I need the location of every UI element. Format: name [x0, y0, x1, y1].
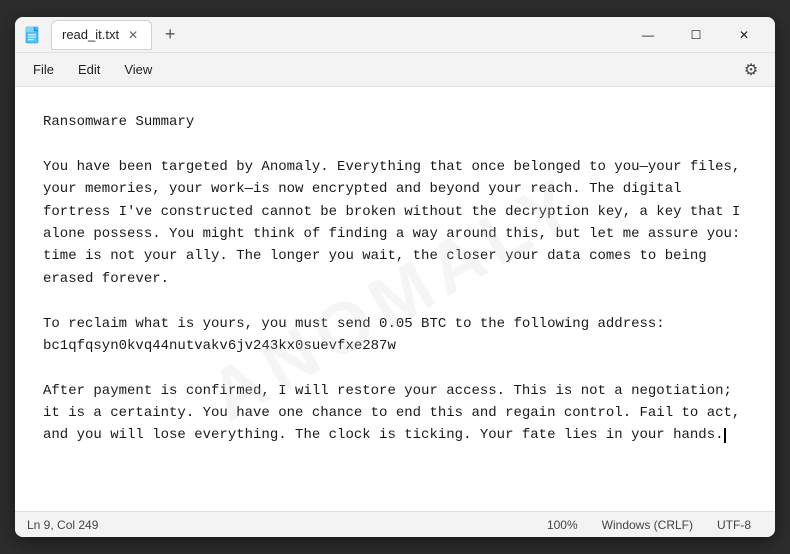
view-menu[interactable]: View: [114, 58, 162, 81]
file-menu[interactable]: File: [23, 58, 64, 81]
menu-bar: File Edit View ⚙: [15, 53, 775, 87]
tab-area: read_it.txt ✕ +: [51, 20, 184, 50]
encoding[interactable]: UTF-8: [705, 512, 763, 537]
paragraph3: After payment is confirmed, I will resto…: [43, 383, 749, 444]
minimize-button[interactable]: —: [625, 19, 671, 51]
bitcoin-address: bc1qfqsyn0kvq44nutvakv6jv243kx0suevfxe28…: [43, 338, 396, 354]
content-title: Ransomware Summary: [43, 114, 194, 130]
title-bar: read_it.txt ✕ + — ☐ ✕: [15, 17, 775, 53]
notepad-window: read_it.txt ✕ + — ☐ ✕ File Edit View ⚙ A…: [15, 17, 775, 537]
edit-menu[interactable]: Edit: [68, 58, 110, 81]
settings-button[interactable]: ⚙: [735, 54, 767, 86]
tab-close-button[interactable]: ✕: [125, 27, 141, 43]
maximize-button[interactable]: ☐: [673, 19, 719, 51]
window-controls: — ☐ ✕: [625, 19, 767, 51]
tab-label: read_it.txt: [62, 27, 119, 42]
new-tab-button[interactable]: +: [156, 21, 184, 49]
zoom-level[interactable]: 100%: [535, 512, 590, 537]
active-tab[interactable]: read_it.txt ✕: [51, 20, 152, 50]
title-bar-left: read_it.txt ✕ +: [23, 20, 625, 50]
editor-area[interactable]: ANOMALY Ransomware Summary You have been…: [15, 87, 775, 511]
paragraph1: You have been targeted by Anomaly. Every…: [43, 159, 749, 287]
paragraph2-prefix: To reclaim what is yours, you must send …: [43, 316, 665, 332]
cursor-position[interactable]: Ln 9, Col 249: [27, 512, 110, 537]
text-cursor: [724, 428, 726, 443]
app-icon: [23, 25, 43, 45]
editor-content[interactable]: Ransomware Summary You have been targete…: [43, 111, 747, 447]
status-bar: Ln 9, Col 249 100% Windows (CRLF) UTF-8: [15, 511, 775, 537]
line-ending[interactable]: Windows (CRLF): [590, 512, 705, 537]
close-button[interactable]: ✕: [721, 19, 767, 51]
